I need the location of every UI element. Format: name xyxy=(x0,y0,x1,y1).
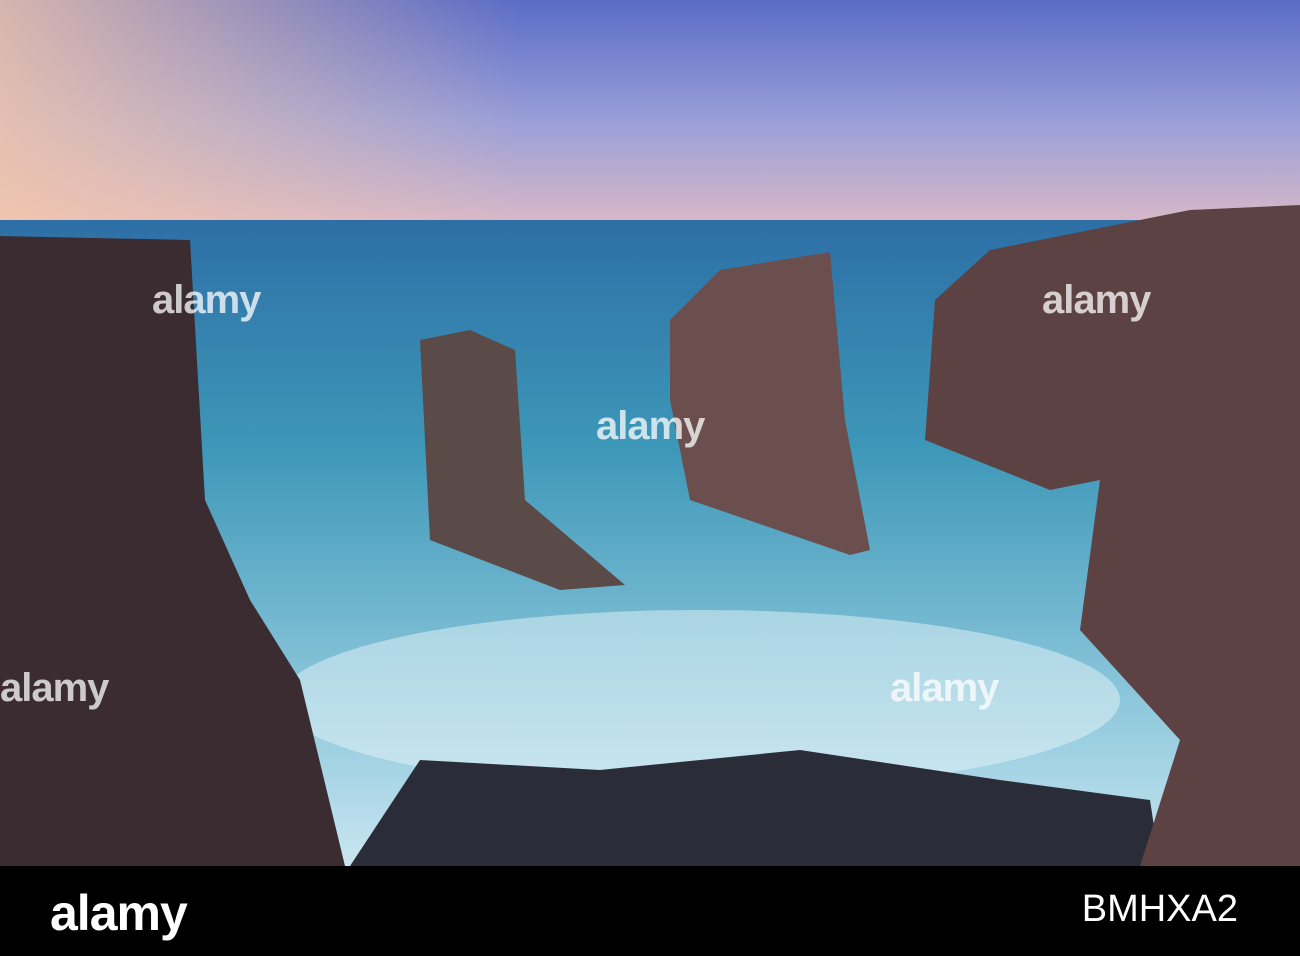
image-id: BMHXA2 xyxy=(1081,888,1238,930)
alamy-logo: alamy xyxy=(50,885,188,941)
photo-frame: alamy alamy alamy alamy alamy alamy BMHX… xyxy=(0,0,1300,956)
watermark: alamy xyxy=(1042,278,1151,322)
watermark: alamy xyxy=(890,666,999,710)
watermark: alamy xyxy=(0,666,109,710)
watermark: alamy xyxy=(152,278,261,322)
footer-bar: alamy BMHXA2 xyxy=(0,866,1300,956)
watermark: alamy xyxy=(596,404,705,448)
